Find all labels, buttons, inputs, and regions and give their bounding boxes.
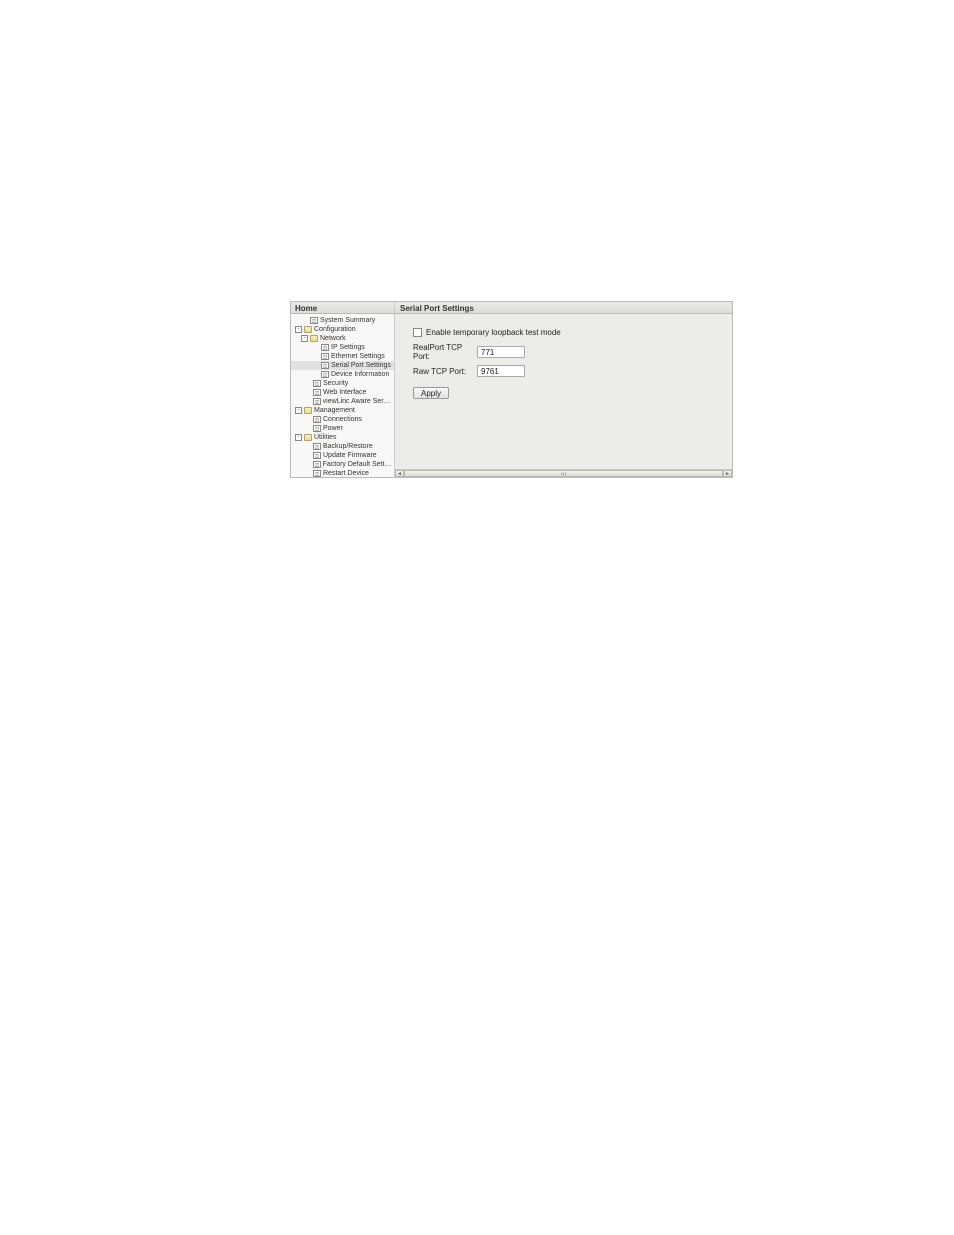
config-window: Home System Summary-Configuration-Networ… <box>290 301 733 478</box>
folder-icon <box>304 326 312 333</box>
sidebar-pane: Home System Summary-Configuration-Networ… <box>291 302 395 477</box>
content-title: Serial Port Settings <box>395 302 732 314</box>
page-icon <box>313 452 321 459</box>
nav-item-label: Restart Device <box>323 469 369 478</box>
rawtcp-input[interactable] <box>477 365 525 377</box>
nav-tree: System Summary-Configuration-NetworkIP S… <box>291 314 394 477</box>
nav-item-power[interactable]: Power <box>291 424 394 433</box>
page-icon <box>321 344 329 351</box>
page-icon <box>313 380 321 387</box>
folder-icon <box>304 434 312 441</box>
page-icon <box>321 353 329 360</box>
page-icon <box>313 398 321 405</box>
tree-toggle-icon[interactable]: - <box>301 335 308 342</box>
content-body: Enable temporary loopback test mode Real… <box>395 314 732 477</box>
folder-icon <box>304 407 312 414</box>
horizontal-scrollbar[interactable]: ◄ ► <box>395 469 732 477</box>
realport-input[interactable] <box>477 346 525 358</box>
loopback-row: Enable temporary loopback test mode <box>413 328 720 337</box>
page-icon <box>321 371 329 378</box>
scroll-track[interactable] <box>404 470 723 477</box>
scroll-left-button[interactable]: ◄ <box>395 470 404 477</box>
page-icon <box>310 317 318 324</box>
page-icon <box>313 416 321 423</box>
page-icon <box>321 362 329 369</box>
tree-toggle-icon[interactable]: - <box>295 326 302 333</box>
page-icon <box>313 425 321 432</box>
loopback-checkbox[interactable] <box>413 328 422 337</box>
scroll-grip-icon <box>561 472 567 475</box>
scroll-thumb[interactable] <box>404 470 723 477</box>
page-icon <box>313 443 321 450</box>
page-icon <box>313 470 321 477</box>
rawtcp-label: Raw TCP Port: <box>413 367 477 376</box>
content-pane: Serial Port Settings Enable temporary lo… <box>395 302 732 477</box>
nav-item-restart-device[interactable]: Restart Device <box>291 469 394 477</box>
apply-button[interactable]: Apply <box>413 387 449 399</box>
tree-toggle-icon[interactable]: - <box>295 407 302 414</box>
realport-label: RealPort TCP Port: <box>413 343 477 361</box>
page-icon <box>313 461 321 468</box>
page-icon <box>313 389 321 396</box>
rawtcp-row: Raw TCP Port: <box>413 365 720 377</box>
sidebar-title: Home <box>291 302 394 314</box>
folder-icon <box>310 335 318 342</box>
loopback-label: Enable temporary loopback test mode <box>426 328 561 337</box>
realport-row: RealPort TCP Port: <box>413 343 720 361</box>
tree-toggle-icon[interactable]: - <box>295 434 302 441</box>
scroll-right-button[interactable]: ► <box>723 470 732 477</box>
